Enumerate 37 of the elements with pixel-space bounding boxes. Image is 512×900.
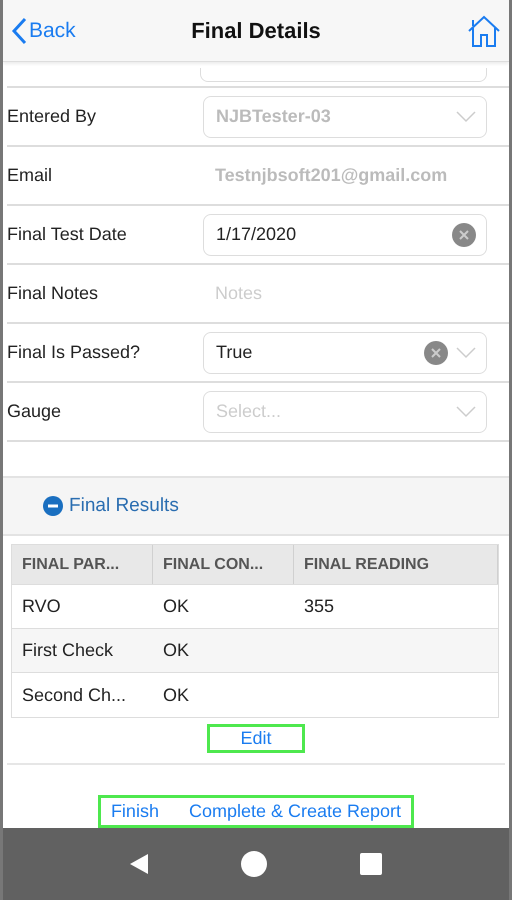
email-value: Testnjbsoft201@gmail.com [214,165,448,186]
column-header: FINAL READING [294,545,498,584]
field-label: Final Is Passed? [7,342,142,363]
table-cell-text: Second Ch... [21,684,128,706]
column-header: FINAL PAR... [12,545,153,584]
nav-recents-button[interactable] [360,853,382,875]
chevron-left-icon [11,16,27,44]
column-header: FINAL CON... [153,545,294,584]
table-cell-text: OK [162,684,190,706]
date-field[interactable]: 1/17/2020 [203,214,487,256]
field-label: Entered By [7,106,98,127]
field-label: Email [7,165,54,186]
field-label: Final Test Date [7,224,128,245]
table-cell-text: RVO [21,595,62,618]
triangle-icon [130,854,148,874]
field-label: Final Notes [7,283,100,304]
square-icon [360,853,382,875]
back-button[interactable]: Back [11,16,76,44]
clear-icon[interactable] [424,340,448,364]
select-field[interactable] [200,68,487,82]
table-cell-text: 355 [303,595,336,618]
nav-back-button[interactable] [130,854,148,874]
table-cell-text: OK [162,639,190,662]
nav-home-button[interactable] [240,851,267,877]
home-button[interactable] [467,14,501,48]
home-icon [467,14,501,48]
page-title: Final Details [191,18,321,44]
table-cell-text: OK [162,595,190,618]
section-toggle[interactable]: Final Results [43,495,179,517]
edit-button[interactable]: Edit [207,724,305,753]
table-cell-text: First Check [21,639,114,662]
select-field[interactable]: True [203,332,487,374]
field-label: Gauge [7,401,62,422]
action-link[interactable]: Finish [110,801,159,822]
clear-icon[interactable] [452,222,476,246]
action-link[interactable]: Complete & Create Report [188,801,402,822]
circle-icon [240,851,267,877]
